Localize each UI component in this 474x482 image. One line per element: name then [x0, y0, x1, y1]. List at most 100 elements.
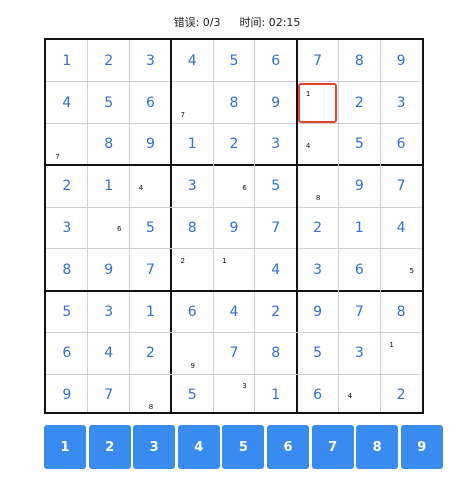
sudoku-cell[interactable]: 9	[338, 165, 380, 207]
sudoku-cell[interactable]: 9	[380, 40, 422, 82]
number-button-7[interactable]: 7	[311, 425, 354, 469]
sudoku-cell[interactable]	[338, 374, 380, 416]
sudoku-cell[interactable]	[88, 207, 130, 249]
sudoku-cell[interactable]: 3	[88, 291, 130, 333]
sudoku-cell[interactable]: 5	[46, 291, 88, 333]
number-button-8[interactable]: 8	[356, 425, 399, 469]
sudoku-cell[interactable]: 6	[255, 40, 297, 82]
sudoku-cell[interactable]: 6	[130, 82, 172, 124]
sudoku-cell[interactable]: 6	[171, 291, 213, 333]
sudoku-cell[interactable]: 8	[88, 124, 130, 166]
errors-value: 0/3	[202, 16, 221, 29]
sudoku-cell[interactable]: 4	[171, 40, 213, 82]
sudoku-cell[interactable]: 1	[171, 124, 213, 166]
time-value: 02:15	[268, 16, 301, 29]
sudoku-cell[interactable]	[213, 165, 255, 207]
sudoku-cell[interactable]: 1	[255, 374, 297, 416]
sudoku-cell[interactable]: 5	[255, 165, 297, 207]
sudoku-cell[interactable]: 3	[255, 124, 297, 166]
pencil-note: 1	[389, 340, 394, 349]
sudoku-cell[interactable]	[380, 332, 422, 374]
sudoku-cell[interactable]: 5	[88, 82, 130, 124]
sudoku-cell[interactable]: 5	[213, 40, 255, 82]
sudoku-cell[interactable]: 2	[130, 332, 172, 374]
time-label: 时间:	[239, 16, 266, 29]
sudoku-cell[interactable]: 5	[297, 332, 339, 374]
sudoku-cell[interactable]	[130, 165, 172, 207]
sudoku-cell[interactable]	[171, 82, 213, 124]
sudoku-cell[interactable]: 3	[338, 332, 380, 374]
sudoku-cell[interactable]: 2	[297, 207, 339, 249]
pencil-note: 5	[409, 267, 414, 276]
sudoku-cell[interactable]: 3	[171, 165, 213, 207]
sudoku-cell[interactable]: 3	[380, 82, 422, 124]
sudoku-cell[interactable]: 9	[297, 291, 339, 333]
number-button-9[interactable]: 9	[400, 425, 443, 469]
sudoku-cell[interactable]	[297, 124, 339, 166]
sudoku-cell[interactable]	[171, 249, 213, 291]
sudoku-cell[interactable]: 7	[338, 291, 380, 333]
number-button-1[interactable]: 1	[44, 425, 86, 469]
sudoku-cell[interactable]: 9	[46, 374, 88, 416]
sudoku-cell[interactable]: 6	[380, 124, 422, 166]
number-button-3[interactable]: 3	[133, 425, 176, 469]
sudoku-cell[interactable]: 6	[338, 249, 380, 291]
sudoku-cell[interactable]: 1	[338, 207, 380, 249]
pencil-note: 7	[55, 152, 60, 161]
sudoku-cell[interactable]: 5	[130, 207, 172, 249]
sudoku-cell[interactable]: 4	[380, 207, 422, 249]
number-button-6[interactable]: 6	[267, 425, 309, 469]
sudoku-cell[interactable]: 2	[380, 374, 422, 416]
sudoku-cell[interactable]: 5	[338, 124, 380, 166]
sudoku-cell[interactable]: 2	[88, 40, 130, 82]
sudoku-cell[interactable]: 7	[130, 249, 172, 291]
sudoku-cell[interactable]: 5	[171, 374, 213, 416]
sudoku-cell[interactable]: 8	[171, 207, 213, 249]
number-button-5[interactable]: 5	[222, 425, 265, 469]
sudoku-cell[interactable]: 8	[380, 291, 422, 333]
selected-cell-highlight	[297, 82, 338, 123]
sudoku-cell[interactable]: 8	[255, 332, 297, 374]
sudoku-cell[interactable]	[213, 249, 255, 291]
pencil-note: 9	[190, 361, 196, 370]
sudoku-cell[interactable]: 7	[213, 332, 255, 374]
sudoku-cell[interactable]: 9	[213, 207, 255, 249]
sudoku-cell[interactable]: 7	[297, 40, 339, 82]
sudoku-cell[interactable]: 3	[46, 207, 88, 249]
number-button-4[interactable]: 4	[177, 425, 220, 469]
status-bar: 错误: 0/3 时间: 02:15	[0, 14, 474, 30]
pencil-note: 2	[180, 257, 185, 266]
sudoku-cell[interactable]: 6	[297, 374, 339, 416]
sudoku-cell[interactable]: 4	[213, 291, 255, 333]
pencil-note: 6	[242, 183, 247, 192]
sudoku-cell[interactable]: 7	[380, 165, 422, 207]
sudoku-cell[interactable]: 4	[46, 82, 88, 124]
sudoku-cell[interactable]: 7	[88, 374, 130, 416]
sudoku-cell[interactable]: 2	[213, 124, 255, 166]
sudoku-cell[interactable]: 2	[338, 82, 380, 124]
sudoku-cell[interactable]: 6	[46, 332, 88, 374]
sudoku-cell[interactable]: 1	[130, 291, 172, 333]
pencil-note: 4	[347, 392, 353, 401]
sudoku-cell[interactable]: 9	[88, 249, 130, 291]
number-button-2[interactable]: 2	[88, 425, 131, 469]
sudoku-cell[interactable]: 7	[255, 207, 297, 249]
sudoku-cell[interactable]: 9	[255, 82, 297, 124]
sudoku-cell[interactable]: 8	[338, 40, 380, 82]
sudoku-cell[interactable]: 1	[88, 165, 130, 207]
sudoku-cell[interactable]: 8	[213, 82, 255, 124]
sudoku-cell[interactable]: 3	[297, 249, 339, 291]
sudoku-cell[interactable]: 2	[255, 291, 297, 333]
sudoku-cell[interactable]: 4	[255, 249, 297, 291]
pencil-note: 3	[242, 382, 247, 391]
sudoku-cell[interactable]: 1	[46, 40, 88, 82]
sudoku-cell[interactable]	[46, 124, 88, 166]
sudoku-cell[interactable]: 9	[130, 124, 172, 166]
sudoku-cell[interactable]	[380, 249, 422, 291]
errors-label: 错误:	[173, 16, 200, 29]
sudoku-cell[interactable]: 2	[46, 165, 88, 207]
sudoku-cell[interactable]: 3	[130, 40, 172, 82]
sudoku-cell[interactable]: 8	[46, 249, 88, 291]
sudoku-cell[interactable]: 4	[88, 332, 130, 374]
sudoku-cell[interactable]	[213, 374, 255, 416]
